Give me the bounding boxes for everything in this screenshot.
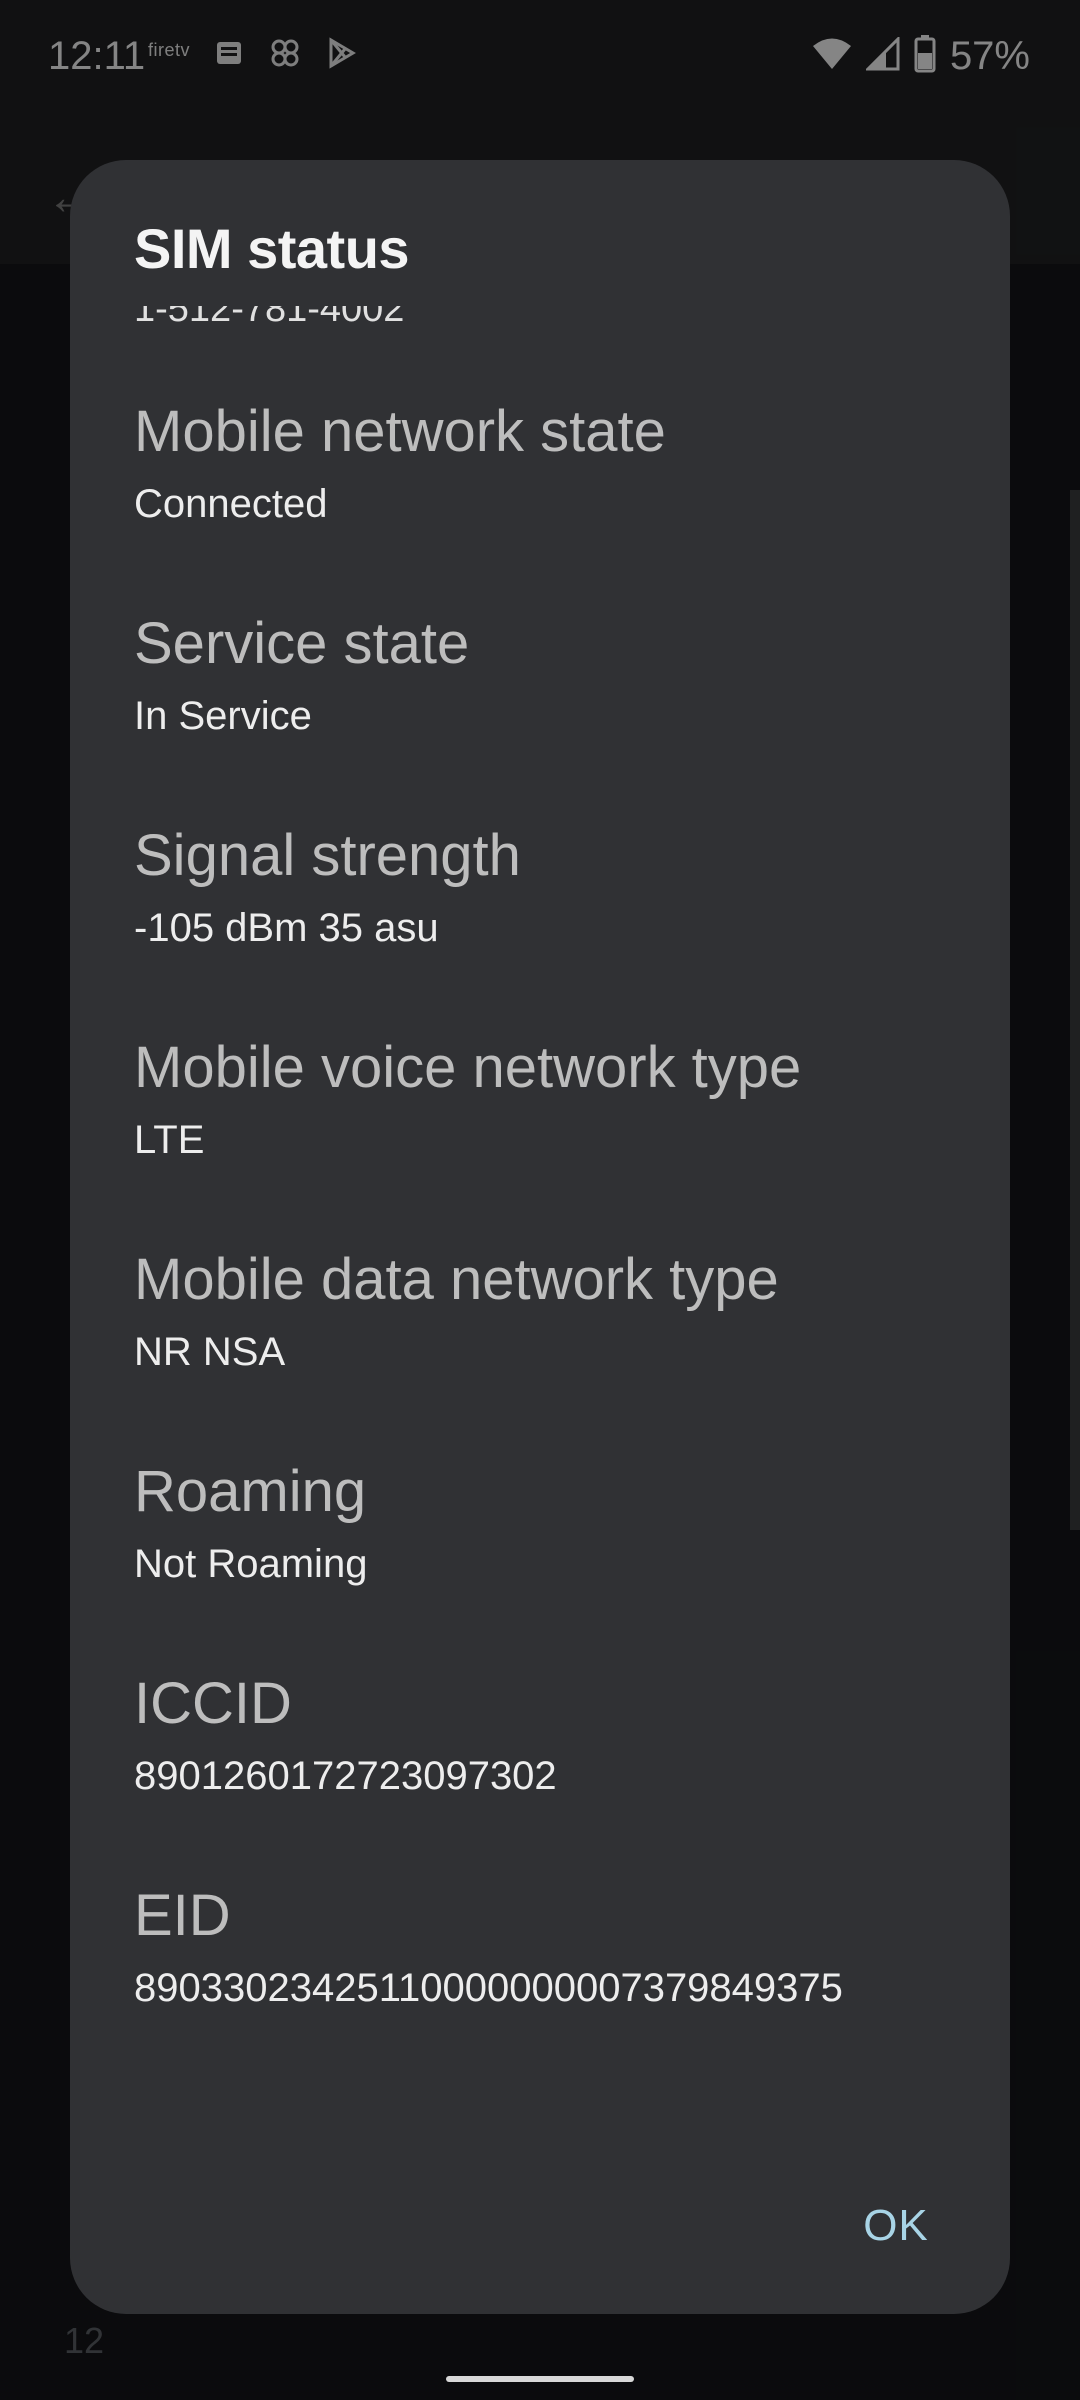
row-iccid: ICCID 8901260172723097302	[134, 1670, 954, 1882]
row-label: Mobile voice network type	[134, 1035, 802, 1100]
row-label: EID	[134, 1883, 231, 1948]
sim-info-list: Mobile network state Connected Service s…	[134, 398, 954, 2094]
row-roaming: Roaming Not Roaming	[134, 1458, 954, 1670]
row-data-network-type: Mobile data network type NR NSA	[134, 1246, 954, 1458]
row-value: In Service	[134, 694, 312, 738]
row-value: LTE	[134, 1118, 205, 1162]
navigation-handle[interactable]	[446, 2376, 634, 2382]
row-eid: EID 89033023425110000000007379849375	[134, 1882, 954, 2094]
sim-status-dialog: SIM status 1-512-781-4002 Mobile network…	[70, 160, 1010, 2314]
row-voice-network-type: Mobile voice network type LTE	[134, 1034, 954, 1246]
row-label: ICCID	[134, 1671, 292, 1736]
row-label: Mobile network state	[134, 399, 666, 464]
row-signal-strength: Signal strength -105 dBm 35 asu	[134, 822, 954, 1034]
ok-button[interactable]: OK	[836, 2190, 956, 2262]
dialog-title: SIM status	[134, 217, 410, 280]
row-label: Service state	[134, 611, 470, 676]
row-label: Signal strength	[134, 823, 521, 888]
row-label: Roaming	[134, 1459, 367, 1524]
row-mobile-network-state: Mobile network state Connected	[134, 398, 954, 610]
row-value: 89033023425110000000007379849375	[134, 1966, 843, 2010]
row-value: Not Roaming	[134, 1542, 368, 1586]
row-value: 8901260172723097302	[134, 1754, 557, 1798]
row-value: Connected	[134, 482, 328, 526]
row-value: NR NSA	[134, 1330, 286, 1374]
row-label: Mobile data network type	[134, 1247, 779, 1312]
phone-number-value: 1-512-781-4002	[134, 288, 405, 330]
row-value: -105 dBm 35 asu	[134, 906, 439, 950]
row-service-state: Service state In Service	[134, 610, 954, 822]
